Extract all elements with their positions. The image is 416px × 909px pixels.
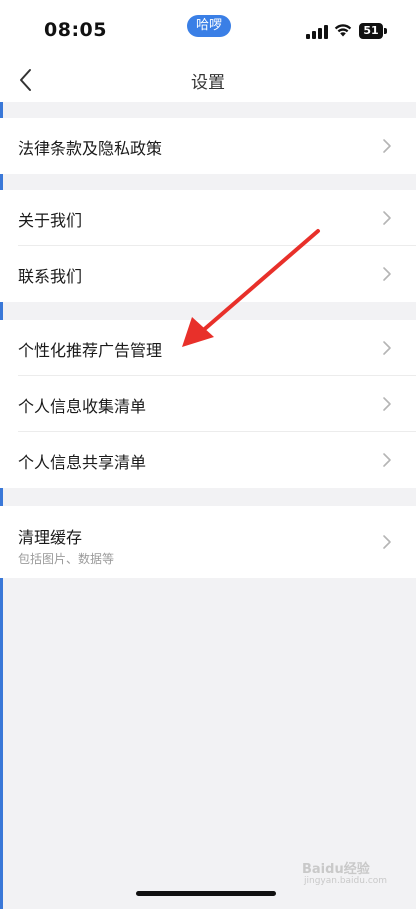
home-indicator[interactable] [136,891,276,896]
menu-item-label: 个人信息收集清单 [18,397,147,416]
chevron-right-icon [383,453,391,467]
settings-group-legal: 法律条款及隐私政策 [0,118,416,174]
menu-item-label: 个人信息共享清单 [18,453,147,472]
menu-item-label: 清理缓存 [18,528,83,547]
chevron-right-icon [383,397,391,411]
menu-item-contact-us[interactable]: 联系我们 [0,246,416,302]
wifi-icon [334,24,352,37]
navigation-bar: 设置 [0,58,416,102]
watermark-text: Baidu经验 [302,862,370,877]
chevron-right-icon [383,267,391,281]
status-bar: 08:05 哈啰 51 [0,0,416,58]
menu-item-info-collection-list[interactable]: 个人信息收集清单 [0,376,416,432]
settings-screen: 08:05 哈啰 51 设置 法律条款及隐私政策 关于我们 联系我们 个性化推荐… [0,0,416,909]
watermark-logo: Baidu经验 jingyan.baidu.com [298,858,394,888]
watermark-subtext: jingyan.baidu.com [304,876,388,886]
chevron-right-icon [383,211,391,225]
menu-item-label: 法律条款及隐私政策 [18,139,163,158]
chevron-right-icon [383,535,391,549]
cellular-signal-icon [306,25,328,39]
menu-item-clear-cache[interactable]: 清理缓存 包括图片、数据等 [0,506,416,578]
battery-icon: 51 [359,23,387,39]
chevron-right-icon [383,341,391,355]
status-time: 08:05 [44,19,107,41]
menu-item-label: 个性化推荐广告管理 [18,341,163,360]
menu-item-about-us[interactable]: 关于我们 [0,190,416,246]
chevron-right-icon [383,139,391,153]
settings-group-privacy: 个性化推荐广告管理 个人信息收集清单 个人信息共享清单 [0,320,416,488]
menu-item-label: 联系我们 [18,267,83,286]
app-status-pill[interactable]: 哈啰 [187,15,231,37]
menu-item-legal-privacy[interactable]: 法律条款及隐私政策 [0,118,416,174]
menu-item-personalized-ads[interactable]: 个性化推荐广告管理 [0,320,416,376]
battery-level: 51 [359,23,383,39]
menu-item-info-sharing-list[interactable]: 个人信息共享清单 [0,432,416,488]
settings-group-about: 关于我们 联系我们 [0,190,416,302]
menu-item-sublabel: 包括图片、数据等 [18,552,115,566]
page-title: 设置 [191,73,225,93]
menu-item-label: 关于我们 [18,211,83,230]
settings-group-cache: 清理缓存 包括图片、数据等 [0,506,416,578]
